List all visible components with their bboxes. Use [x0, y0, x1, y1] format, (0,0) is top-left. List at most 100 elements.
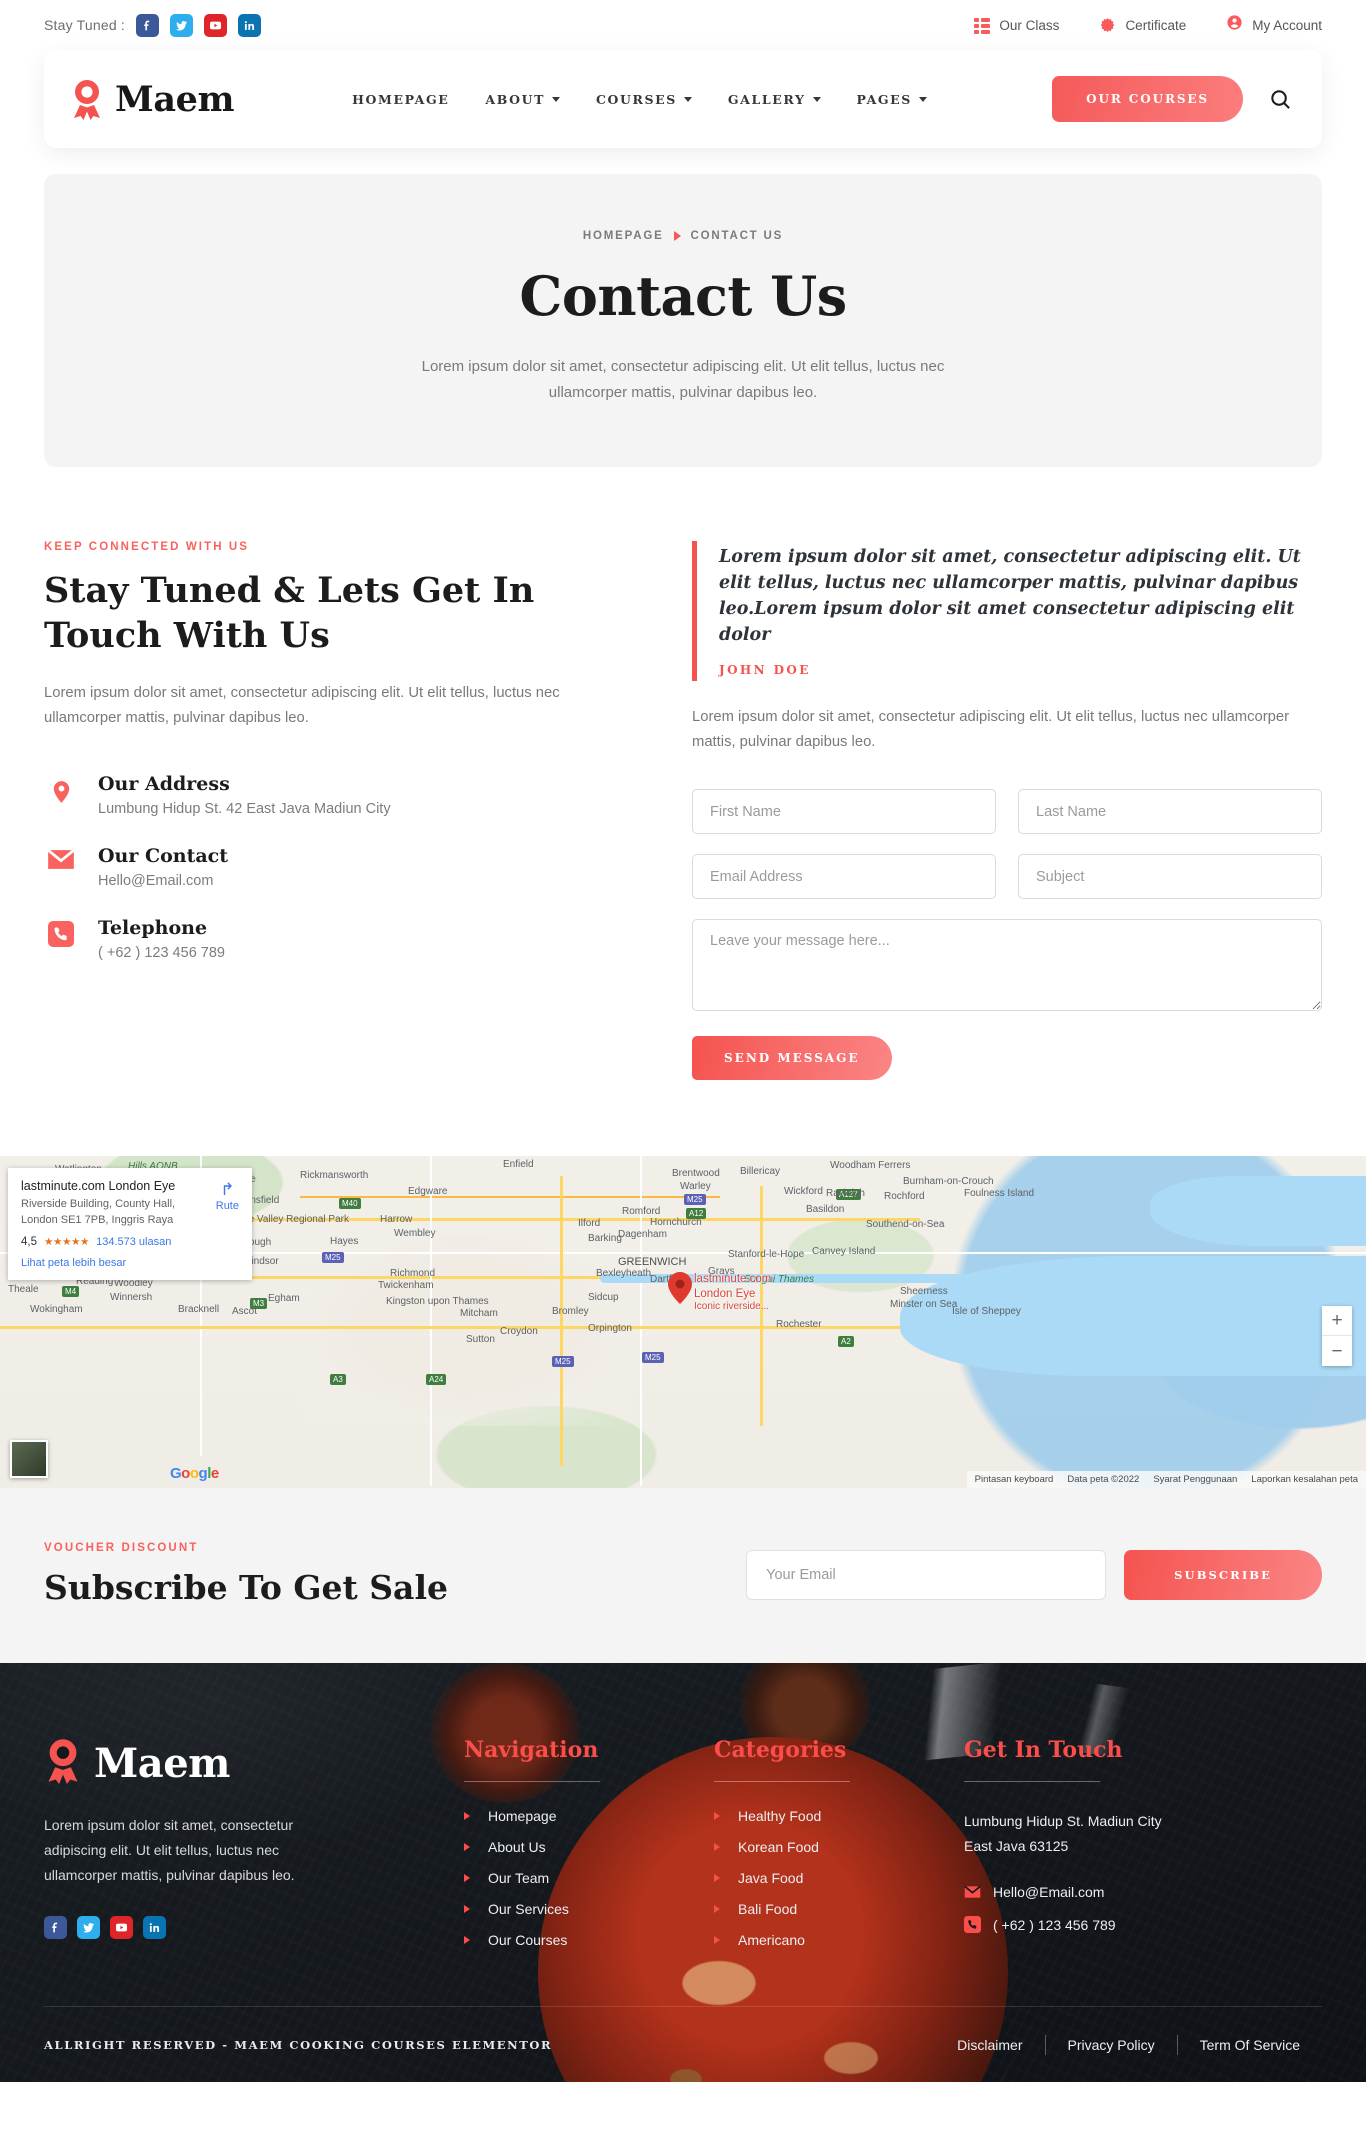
footer-link-disclaimer[interactable]: Disclaimer: [935, 2037, 1044, 2053]
nav-item-courses[interactable]: COURSES: [596, 92, 692, 107]
nav-item-about[interactable]: ABOUT: [485, 92, 560, 107]
youtube-icon[interactable]: [204, 13, 228, 37]
footer-link-privacy-policy[interactable]: Privacy Policy: [1046, 2037, 1177, 2053]
map-place-label: Winnersh: [110, 1292, 153, 1304]
map-place-label: Wokingham: [30, 1304, 83, 1316]
footer-category-link-healthy-food-label: Healthy Food: [738, 1808, 822, 1825]
message-textarea[interactable]: [692, 919, 1322, 1012]
phone-icon: [44, 917, 78, 948]
subscribe-title: Subscribe To Get Sale: [44, 1568, 448, 1608]
location-map[interactable]: M40 M25 M25 M25 M25 A127 A2 A12 M4 A404(…: [0, 1156, 1366, 1489]
main-navigation: HOMEPAGE ABOUT COURSES GALLERY PAGES: [352, 92, 927, 107]
ribbon-badge-icon: [44, 1737, 82, 1789]
map-marker-label: lastminute.com London Eye Iconic riversi…: [694, 1272, 771, 1313]
nav-item-gallery[interactable]: GALLERY: [728, 92, 821, 107]
footer-nav-link-our-team[interactable]: Our Team: [464, 1870, 714, 1886]
top-link-certificate-label: Certificate: [1125, 17, 1187, 33]
map-place-label: Theale: [8, 1284, 39, 1296]
info-phone-title: Telephone: [98, 917, 208, 940]
map-place-label: Rochford: [884, 1191, 925, 1203]
footer-nav-link-our-courses[interactable]: Our Courses: [464, 1932, 714, 1948]
footer-category-link-healthy-food[interactable]: Healthy Food: [714, 1808, 964, 1824]
linkedin-icon[interactable]: [143, 1916, 166, 1940]
map-zoom-controls: + −: [1322, 1306, 1352, 1367]
facebook-icon[interactable]: [44, 1916, 67, 1940]
map-road: [430, 1156, 432, 1487]
footer-category-link-korean-food[interactable]: Korean Food: [714, 1839, 964, 1855]
search-button[interactable]: [1269, 88, 1292, 111]
map-place-label: Canvey Island: [812, 1246, 876, 1258]
map-street-view-thumbnail[interactable]: [10, 1440, 48, 1479]
page-title: Contact Us: [519, 264, 847, 328]
youtube-icon[interactable]: [110, 1916, 133, 1940]
map-shield-m40: M40: [339, 1198, 361, 1210]
footer-email-row[interactable]: Hello@Email.com: [964, 1884, 1284, 1900]
map-attrib-keyboard[interactable]: Pintasan keyboard: [975, 1474, 1054, 1485]
brand-logo[interactable]: Maem: [70, 78, 235, 120]
caret-right-icon: [464, 1936, 470, 1945]
info-row-email: Our Contact Hello@Email.com: [44, 845, 634, 889]
twitter-icon[interactable]: [77, 1916, 100, 1940]
email-input[interactable]: [692, 854, 996, 900]
footer-brand-column: Maem Lorem ipsum dolor sit amet, consect…: [44, 1737, 464, 1948]
envelope-icon: [964, 1884, 981, 1899]
search-icon: [1271, 89, 1290, 109]
footer-nav-link-homepage[interactable]: Homepage: [464, 1808, 714, 1824]
location-pin-icon: [44, 773, 78, 807]
first-name-input[interactable]: [692, 789, 996, 835]
footer-divider: [714, 1781, 850, 1783]
contact-info-column: KEEP CONNECTED WITH US Stay Tuned & Lets…: [44, 541, 634, 1080]
footer-link-term-of-service[interactable]: Term Of Service: [1178, 2037, 1322, 2053]
footer-categories-column: Categories Healthy Food Korean Food Java…: [714, 1737, 964, 1948]
map-attrib-report[interactable]: Laporkan kesalahan peta: [1251, 1474, 1358, 1485]
subject-input[interactable]: [1018, 854, 1322, 900]
footer-brand-logo[interactable]: Maem: [44, 1737, 464, 1789]
map-card-bigger-map-link[interactable]: Lihat peta lebih besar: [21, 1257, 239, 1269]
caret-right-icon: [464, 1843, 470, 1852]
nav-item-homepage[interactable]: HOMEPAGE: [352, 92, 449, 107]
map-place-label: Foulness Island: [964, 1188, 1035, 1200]
map-card-route-button[interactable]: ↱ Rute: [216, 1181, 239, 1212]
footer-category-link-java-food[interactable]: Java Food: [714, 1870, 964, 1886]
footer-contact-list: Hello@Email.com ( +62 ) 123 456 789: [964, 1884, 1284, 1934]
contact-info-list: Our Address Lumbung Hidup St. 42 East Ja…: [44, 773, 634, 961]
facebook-icon[interactable]: [136, 13, 160, 37]
map-place-label: Bracknell: [178, 1304, 220, 1316]
footer-nav-link-about-us[interactable]: About Us: [464, 1839, 714, 1855]
footer-navigation-list: Homepage About Us Our Team Our Services …: [464, 1808, 714, 1948]
top-link-my-account[interactable]: My Account: [1226, 14, 1322, 36]
footer-nav-link-our-services-label: Our Services: [488, 1901, 569, 1918]
map-card-stars: ★★★★★: [44, 1235, 90, 1248]
subscribe-button[interactable]: SUBSCRIBE: [1124, 1549, 1322, 1600]
our-courses-button[interactable]: OUR COURSES: [1052, 76, 1243, 122]
map-place-label: Richmond: [390, 1268, 436, 1280]
top-link-our-class[interactable]: Our Class: [974, 17, 1059, 34]
map-water: [1150, 1176, 1366, 1247]
map-place-label: Wembley: [394, 1228, 436, 1240]
map-place-label: Wickford: [784, 1186, 823, 1198]
google-logo: Google: [170, 1465, 219, 1483]
map-attrib-terms[interactable]: Syarat Penggunaan: [1153, 1474, 1237, 1485]
chevron-down-icon: [683, 96, 692, 102]
last-name-input[interactable]: [1018, 789, 1322, 835]
twitter-icon[interactable]: [170, 13, 194, 37]
linkedin-icon[interactable]: [238, 13, 262, 37]
footer-category-link-bali-food[interactable]: Bali Food: [714, 1901, 964, 1917]
map-place-label: Southend-on-Sea: [866, 1219, 945, 1231]
footer-nav-link-our-services[interactable]: Our Services: [464, 1901, 714, 1917]
breadcrumb-item-homepage[interactable]: HOMEPAGE: [583, 230, 664, 242]
footer-phone: ( +62 ) 123 456 789: [993, 1916, 1116, 1933]
map-zoom-out-button[interactable]: −: [1322, 1336, 1352, 1367]
send-message-button[interactable]: SEND MESSAGE: [692, 1036, 892, 1081]
footer-phone-row[interactable]: ( +62 ) 123 456 789: [964, 1916, 1284, 1934]
map-place-label: Basildon: [806, 1204, 845, 1216]
subscribe-email-input[interactable]: [746, 1549, 1107, 1600]
footer-email: Hello@Email.com: [993, 1883, 1105, 1900]
map-road: [0, 1326, 900, 1330]
top-link-certificate[interactable]: Certificate: [1099, 17, 1186, 34]
map-card-reviews[interactable]: 134.573 ulasan: [96, 1236, 171, 1248]
map-zoom-in-button[interactable]: +: [1322, 1306, 1352, 1337]
map-place-label: Mitcham: [460, 1308, 498, 1320]
footer-category-link-americano[interactable]: Americano: [714, 1932, 964, 1948]
nav-item-pages[interactable]: PAGES: [857, 92, 927, 107]
